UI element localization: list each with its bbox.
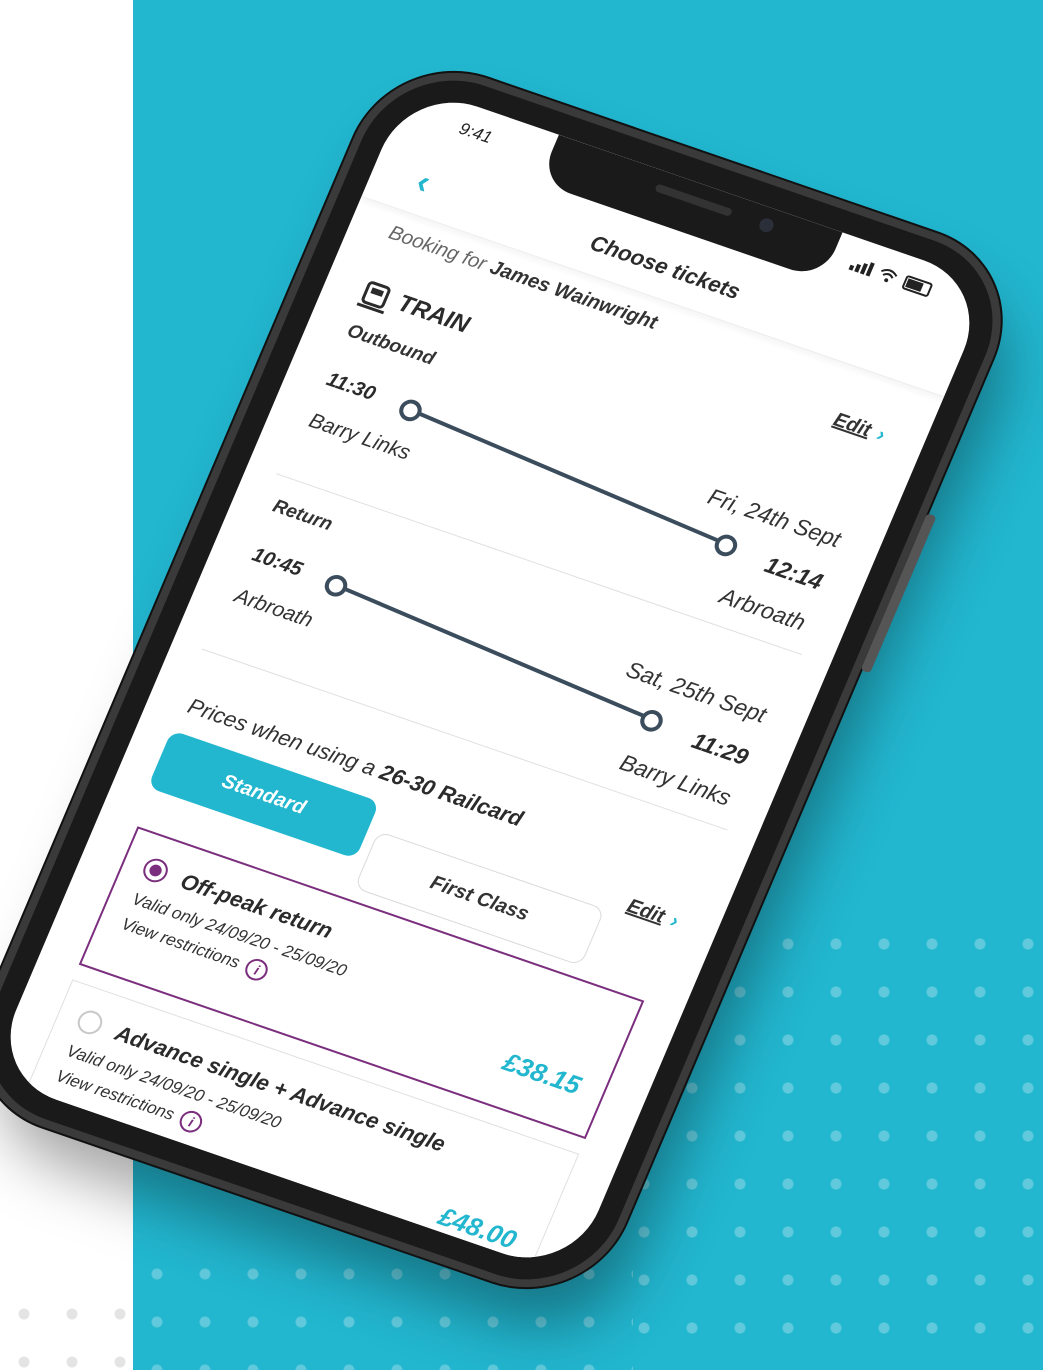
edit-passenger-label: Edit (830, 408, 875, 442)
route-end-dot (636, 707, 667, 735)
battery-icon (901, 274, 934, 298)
wifi-icon (881, 269, 898, 283)
route-start-dot (321, 572, 351, 600)
chevron-right-icon: › (666, 909, 682, 933)
departure-time: 10:45 (248, 543, 306, 581)
mode-label: TRAIN (393, 289, 474, 339)
departure-station: Arbroath (231, 584, 317, 632)
arrival-time: 12:14 (761, 551, 827, 595)
dot-pattern-left (0, 1290, 133, 1370)
leg-label: Outbound (343, 320, 438, 370)
route-line (416, 410, 730, 547)
route-start-dot (395, 396, 426, 425)
status-icons (848, 256, 934, 298)
info-icon[interactable]: i (242, 956, 272, 984)
departure-time: 11:30 (323, 368, 379, 405)
departure-station: Barry Links (305, 409, 414, 465)
edit-railcard-label: Edit (623, 895, 669, 928)
arrival-station: Arbroath (715, 582, 810, 636)
chevron-right-icon: › (873, 423, 889, 447)
train-icon (359, 279, 393, 310)
info-icon[interactable]: i (176, 1108, 207, 1136)
speaker-grille (654, 183, 734, 217)
status-time: 9:41 (456, 118, 496, 148)
radio-selected-icon[interactable] (139, 855, 172, 886)
arrival-time: 11:29 (688, 727, 753, 771)
radio-unselected-icon[interactable] (73, 1007, 107, 1038)
route-end-dot (711, 531, 741, 560)
front-camera (757, 216, 776, 234)
leg-label: Return (269, 495, 336, 536)
signal-icon (848, 256, 875, 277)
edit-railcard-button[interactable]: Edit› (623, 895, 682, 933)
route-line (341, 586, 655, 723)
